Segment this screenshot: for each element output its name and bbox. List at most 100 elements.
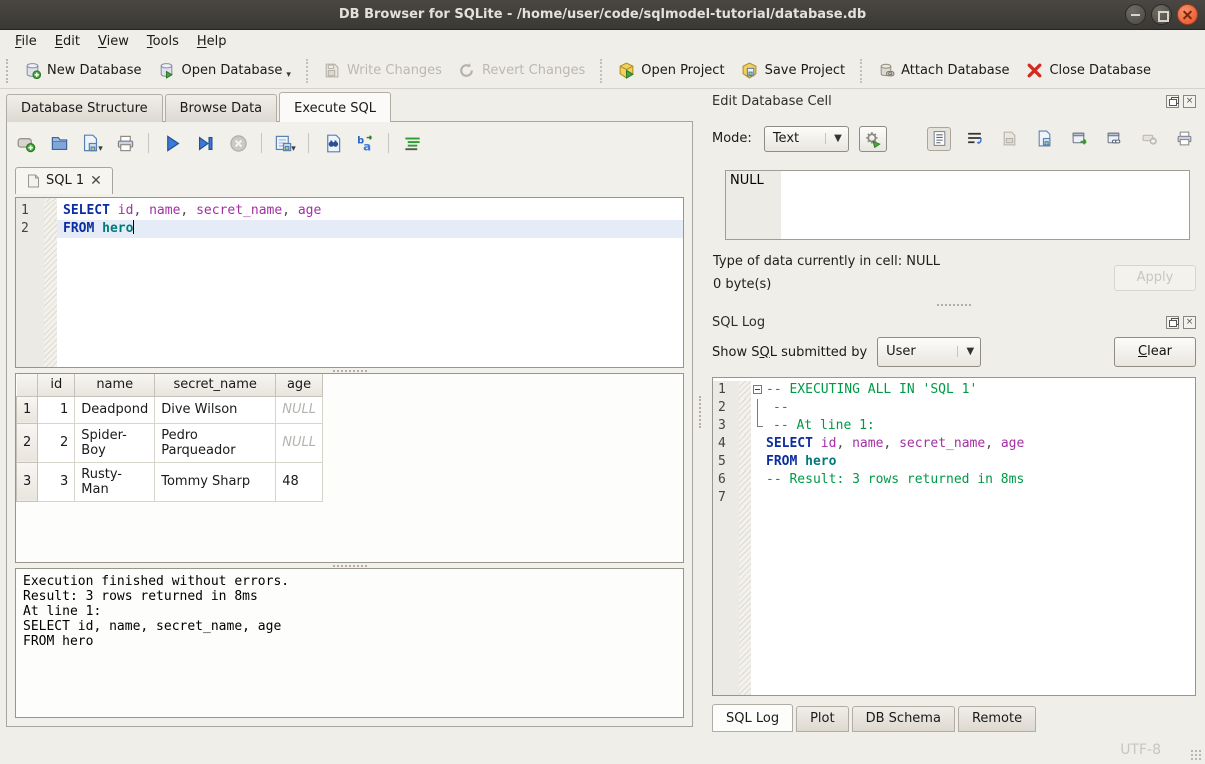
sql-editor[interactable]: 1 SELECT id, name, secret_name, age 2 FR… (15, 197, 684, 368)
resize-grip[interactable] (1190, 749, 1202, 761)
text-mode-icon[interactable] (927, 127, 951, 151)
mode-select[interactable]: Text ▼ (764, 126, 849, 152)
attach-database-button[interactable]: Attach Database (869, 58, 1017, 84)
close-sql-tab-icon[interactable]: ✕ (90, 176, 102, 186)
sql-toolbar: ▾ ▾ ba (15, 130, 423, 156)
close-window-button[interactable] (1177, 4, 1198, 25)
edit-cell-mode-row: Mode: Text ▼ (712, 125, 1196, 152)
copy-link-icon[interactable] (1102, 127, 1126, 151)
execution-message-box[interactable]: Execution finished without errors. Resul… (15, 568, 684, 718)
chevron-down-icon: ▼ (957, 346, 974, 357)
print-button[interactable] (114, 132, 136, 154)
menu-view[interactable]: View (89, 31, 138, 52)
float-dock-button[interactable] (1166, 95, 1179, 108)
cell-value-editor[interactable]: NULL (725, 170, 1190, 240)
save-results-dropdown-arrow[interactable]: ▾ (291, 144, 296, 154)
execute-sql-pane: ▾ ▾ ba SQL 1 ✕ (6, 121, 693, 727)
sql-log-controls: Show SQL submitted by User ▼ Clear (712, 337, 1196, 367)
clear-log-button[interactable]: Clear (1114, 337, 1196, 367)
dock-splitter[interactable] (712, 302, 1196, 307)
main-tabbar: Database Structure Browse Data Execute S… (6, 94, 393, 122)
edit-cell-dock-titlebar: Edit Database Cell × (712, 92, 1196, 110)
save-project-button[interactable]: Save Project (733, 58, 854, 84)
edit-cell-dock-title: Edit Database Cell (712, 94, 832, 109)
menu-edit[interactable]: Edit (46, 31, 89, 52)
message-line: Result: 3 rows returned in 8ms (23, 589, 676, 604)
save-sql-dropdown-arrow[interactable]: ▾ (98, 144, 103, 154)
tab-db-schema[interactable]: DB Schema (852, 706, 955, 732)
open-database-dropdown-arrow[interactable]: ▾ (286, 70, 291, 80)
cell-size-info: 0 byte(s) (713, 277, 771, 292)
tab-browse-data[interactable]: Browse Data (165, 94, 278, 122)
log-line: 4 SELECT id, name, secret_name, age (713, 435, 1195, 453)
tab-remote[interactable]: Remote (958, 706, 1036, 732)
menu-help[interactable]: Help (188, 31, 236, 52)
open-database-button[interactable]: Open Database ▾ (150, 58, 299, 84)
close-database-icon (1025, 62, 1043, 80)
sql-log-view[interactable]: 1 -- EXECUTING ALL IN 'SQL 1' 2 -- 3 -- … (712, 377, 1196, 696)
left-panel: Database Structure Browse Data Execute S… (0, 89, 697, 735)
find-button[interactable] (321, 132, 343, 154)
find-replace-button[interactable]: ba (354, 132, 376, 154)
editor-line-2-current: 2 FROM hero (16, 220, 683, 238)
bottom-dock-tabbar: SQL Log Plot DB Schema Remote (712, 706, 1196, 732)
word-wrap-icon[interactable] (962, 127, 986, 151)
sql-doc-tab[interactable]: SQL 1 ✕ (15, 167, 113, 194)
fold-collapse-icon[interactable] (753, 385, 762, 394)
attach-database-icon (877, 62, 895, 80)
set-null-icon[interactable] (1137, 127, 1161, 151)
message-line: SELECT id, name, secret_name, age (23, 619, 676, 634)
write-changes-icon (323, 62, 341, 80)
open-database-icon (158, 62, 176, 80)
auto-apply-settings-button[interactable] (859, 126, 887, 152)
execute-current-line-button[interactable] (194, 132, 216, 154)
execute-all-button[interactable] (161, 132, 183, 154)
new-sql-tab-button[interactable] (15, 132, 37, 154)
float-dock-button[interactable] (1166, 316, 1179, 329)
import-data-icon[interactable] (997, 127, 1021, 151)
format-sql-button[interactable] (401, 132, 423, 154)
window-titlebar: DB Browser for SQLite - /home/user/code/… (0, 0, 1205, 30)
table-row[interactable]: 3 3 Rusty-Man Tommy Sharp 48 (17, 462, 323, 501)
results-area: id name secret_name age 1 1 Deadpond Div… (15, 373, 684, 563)
save-sql-file-button[interactable]: ▾ (81, 132, 103, 154)
tab-plot[interactable]: Plot (796, 706, 849, 732)
results-table[interactable]: id name secret_name age 1 1 Deadpond Div… (16, 374, 323, 502)
cell-value: NULL (726, 171, 781, 239)
right-panel: Edit Database Cell × Mode: Text ▼ (703, 89, 1205, 735)
toolbar-handle[interactable] (6, 59, 12, 83)
table-row[interactable]: 2 2 Spider-Boy Pedro Parqueador NULL (17, 423, 323, 462)
export-data-icon[interactable] (1032, 127, 1056, 151)
editor-line-1: 1 SELECT id, name, secret_name, age (16, 202, 683, 220)
maximize-button[interactable] (1151, 4, 1172, 25)
gear-icon (864, 130, 882, 148)
apply-button[interactable]: Apply (1114, 265, 1196, 291)
close-dock-button[interactable]: × (1183, 316, 1196, 329)
tab-database-structure[interactable]: Database Structure (6, 94, 163, 122)
table-row[interactable]: 1 1 Deadpond Dive Wilson NULL (17, 396, 323, 423)
log-line: 3 -- At line 1: (713, 417, 1195, 435)
chevron-down-icon: ▼ (825, 133, 842, 144)
revert-changes-button[interactable]: Revert Changes (450, 58, 593, 84)
stop-button[interactable] (227, 132, 249, 154)
minimize-button[interactable] (1125, 4, 1146, 25)
open-sql-file-button[interactable] (48, 132, 70, 154)
write-changes-button[interactable]: Write Changes (315, 58, 450, 84)
open-external-icon[interactable] (1067, 127, 1091, 151)
print-cell-icon[interactable] (1172, 127, 1196, 151)
svg-text:a: a (363, 139, 371, 152)
log-line: 5 FROM hero (713, 453, 1195, 471)
menu-tools[interactable]: Tools (138, 31, 188, 52)
new-database-button[interactable]: New Database (15, 58, 150, 84)
open-project-button[interactable]: Open Project (609, 58, 732, 84)
revert-changes-icon (458, 62, 476, 80)
tab-sql-log[interactable]: SQL Log (712, 704, 793, 732)
menu-file[interactable]: File (6, 31, 46, 52)
submitted-by-select[interactable]: User ▼ (877, 337, 981, 367)
tab-execute-sql[interactable]: Execute SQL (279, 92, 391, 122)
close-dock-button[interactable]: × (1183, 95, 1196, 108)
save-results-button[interactable]: ▾ (274, 132, 296, 154)
close-database-button[interactable]: Close Database (1017, 58, 1159, 84)
encoding-indicator[interactable]: UTF-8 (1120, 742, 1161, 758)
sql-file-icon (26, 174, 40, 188)
